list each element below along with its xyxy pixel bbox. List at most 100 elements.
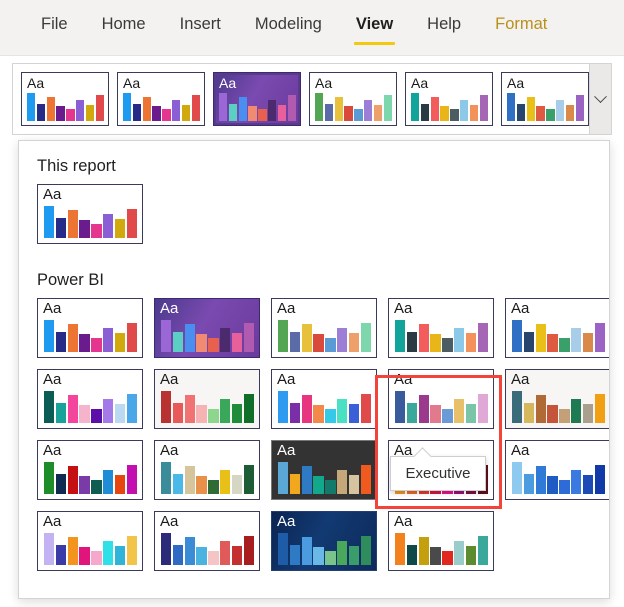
theme-color-bars: [27, 93, 104, 121]
ribbon-tab-home[interactable]: Home: [85, 11, 163, 37]
theme-sample-text: Aa: [277, 300, 296, 317]
theme-tile-1-2-1[interactable]: Aa: [154, 440, 260, 500]
theme-tile-1-3-1[interactable]: Aa: [154, 511, 260, 571]
theme-tile-1-2-4[interactable]: Aa: [505, 440, 609, 500]
theme-tile-strip-2[interactable]: Aa: [213, 72, 301, 126]
theme-color-bars: [161, 391, 254, 423]
theme-tile-1-2-0[interactable]: Aa: [37, 440, 143, 500]
theme-tile-1-1-4[interactable]: Aa: [505, 369, 609, 429]
theme-sample-text: Aa: [277, 442, 296, 459]
theme-tile-1-1-3[interactable]: Aa: [388, 369, 494, 429]
theme-tile-1-0-3[interactable]: Aa: [388, 298, 494, 358]
theme-color-swatch: [91, 223, 102, 238]
ribbon-tab-label: Modeling: [254, 15, 322, 33]
theme-color-swatch: [395, 533, 406, 565]
ribbon-tab-modeling[interactable]: Modeling: [238, 11, 339, 37]
theme-sample-text: Aa: [411, 75, 429, 91]
theme-color-swatch: [556, 99, 565, 121]
ribbon-tab-insert[interactable]: Insert: [163, 11, 238, 37]
theme-color-bars: [395, 533, 488, 565]
theme-tile-strip-1[interactable]: Aa: [117, 72, 205, 126]
theme-color-swatch: [547, 334, 558, 352]
theme-color-swatch: [301, 537, 312, 565]
theme-tile-1-1-1[interactable]: Aa: [154, 369, 260, 429]
theme-color-swatch: [430, 334, 441, 352]
theme-color-swatch: [220, 327, 231, 352]
theme-color-swatch: [123, 93, 132, 121]
theme-color-swatch: [208, 550, 219, 565]
theme-color-swatch: [337, 398, 348, 423]
theme-color-swatch: [406, 403, 418, 423]
theme-sample-text: Aa: [27, 75, 45, 91]
ribbon-tab-label: Help: [427, 15, 462, 33]
theme-color-bars: [278, 462, 371, 494]
theme-color-swatch: [126, 208, 137, 238]
ribbon-tab-label: Insert: [179, 15, 221, 33]
theme-color-swatch: [360, 322, 371, 352]
theme-tile-0-0-0[interactable]: Aa: [37, 184, 143, 244]
ribbon-tab-help[interactable]: Help: [410, 11, 478, 37]
theme-tile-strip-5[interactable]: Aa: [501, 72, 589, 126]
theme-color-swatch: [268, 99, 277, 121]
theme-tile-strip-4[interactable]: Aa: [405, 72, 493, 126]
theme-color-swatch: [44, 206, 55, 238]
theme-color-swatch: [301, 324, 312, 352]
theme-tile-strip-0[interactable]: Aa: [21, 72, 109, 126]
ribbon-tab-label: File: [41, 15, 68, 33]
theme-color-swatch: [516, 103, 526, 121]
theme-color-swatch: [360, 535, 371, 565]
theme-sample-text: Aa: [511, 442, 530, 459]
theme-tile-1-2-2[interactable]: Aa: [271, 440, 377, 500]
theme-tile-1-0-0[interactable]: Aa: [37, 298, 143, 358]
theme-tile-1-1-0[interactable]: Aa: [37, 369, 143, 429]
theme-color-swatch: [278, 462, 289, 494]
theme-color-bars: [44, 320, 137, 352]
theme-color-swatch: [348, 404, 360, 423]
theme-sample-text: Aa: [394, 371, 413, 388]
theme-color-swatch: [114, 475, 126, 494]
themes-expand-button[interactable]: [589, 64, 611, 134]
theme-color-swatch: [344, 105, 353, 121]
ribbon-tab-format[interactable]: Format: [478, 11, 564, 37]
theme-tile-1-0-1[interactable]: Aa: [154, 298, 260, 358]
theme-color-swatch: [512, 320, 523, 352]
theme-color-swatch: [406, 545, 418, 565]
gallery-row: Aa: [19, 184, 609, 244]
theme-color-swatch: [79, 220, 90, 238]
theme-color-swatch: [479, 95, 488, 121]
theme-tile-1-0-2[interactable]: Aa: [271, 298, 377, 358]
theme-color-swatch: [79, 547, 90, 565]
theme-tile-strip-3[interactable]: Aa: [309, 72, 397, 126]
theme-color-swatch: [313, 476, 324, 494]
theme-color-bars: [512, 391, 605, 423]
theme-tile-1-3-2[interactable]: Aa: [271, 511, 377, 571]
theme-color-swatch: [79, 405, 90, 423]
theme-color-swatch: [161, 533, 172, 565]
theme-color-bars: [315, 93, 392, 121]
theme-color-swatch: [67, 324, 78, 352]
theme-color-swatch: [512, 462, 523, 494]
theme-tile-1-0-4[interactable]: Aa: [505, 298, 609, 358]
theme-color-swatch: [477, 393, 488, 423]
ribbon-tab-file[interactable]: File: [24, 11, 85, 37]
theme-tile-1-3-0[interactable]: Aa: [37, 511, 143, 571]
theme-color-swatch: [418, 324, 429, 352]
theme-color-swatch: [103, 398, 114, 423]
theme-color-swatch: [442, 550, 453, 565]
theme-color-bars: [278, 533, 371, 565]
theme-tile-1-1-2[interactable]: Aa: [271, 369, 377, 429]
theme-color-swatch: [126, 393, 137, 423]
theme-color-swatch: [196, 405, 207, 423]
themes-dropdown-panel: This report Aa Power BI Aa Aa Aa Aa Aa Aa Aa Aa Aa A…: [18, 140, 610, 599]
theme-color-swatch: [582, 475, 594, 494]
theme-color-swatch: [406, 332, 418, 352]
theme-color-swatch: [243, 535, 254, 565]
theme-sample-text: Aa: [219, 75, 237, 91]
theme-color-swatch: [315, 93, 324, 121]
ribbon-tab-view[interactable]: View: [339, 11, 410, 45]
theme-color-swatch: [162, 108, 171, 121]
theme-color-swatch: [161, 391, 172, 423]
theme-tile-1-3-3[interactable]: Aa: [388, 511, 494, 571]
theme-color-swatch: [324, 103, 334, 121]
theme-color-swatch: [559, 337, 570, 352]
